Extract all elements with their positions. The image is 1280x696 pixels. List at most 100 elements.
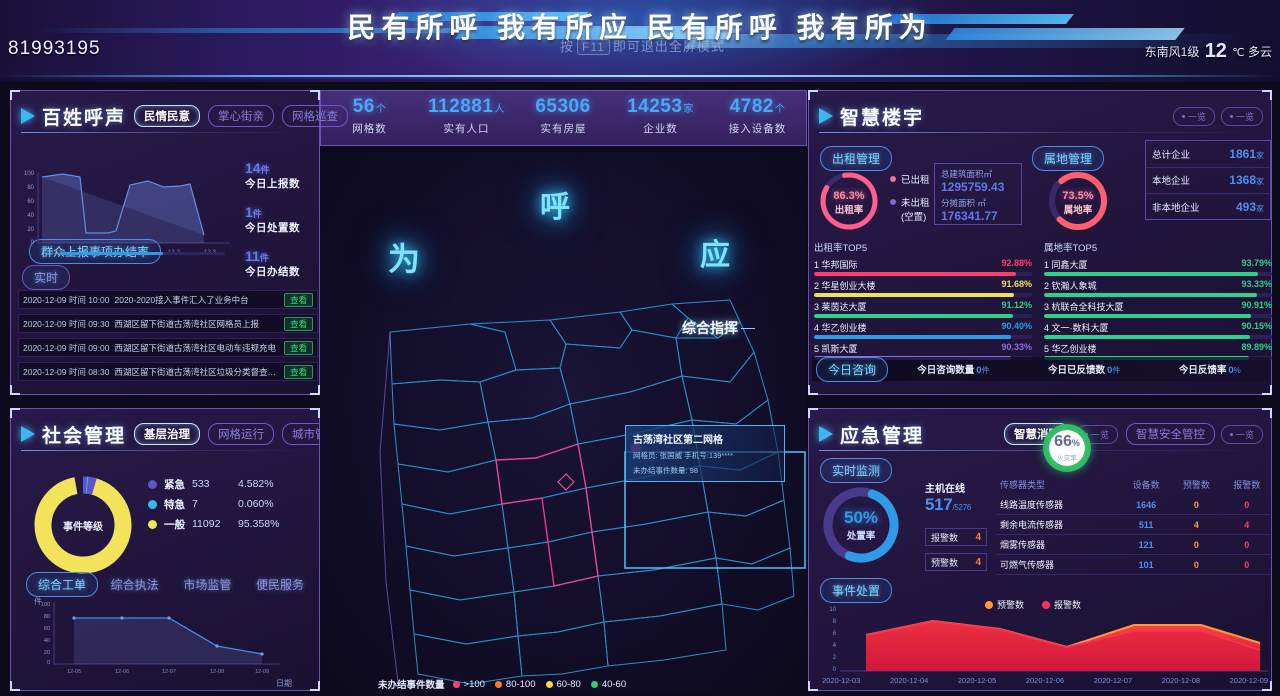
top5-name: 3 莱茵达大厦 bbox=[814, 302, 867, 312]
gauge-label: 处置率 bbox=[846, 531, 876, 542]
svg-text:12-05: 12-05 bbox=[67, 669, 81, 675]
panel-header: 社会管理 基层治理 网格运行 城市管理 bbox=[21, 419, 349, 449]
top5-pct: 92.88% bbox=[1001, 258, 1032, 268]
list-item[interactable]: 2020-12-09 时间 09:00 西湖区留下街道古荡湾社区电动车违规充电 … bbox=[18, 338, 318, 357]
sub-tab[interactable]: 便民服务 bbox=[244, 572, 316, 597]
header-deco-bar bbox=[945, 28, 1185, 40]
kv-value: 4 bbox=[975, 531, 981, 543]
info-value: 176341.77 bbox=[941, 209, 998, 223]
view-button[interactable]: 查看 bbox=[283, 364, 313, 379]
rent-area-info: 总建筑面积㎡ 1295759.43 分摊面积 ㎡ 176341.77 bbox=[934, 163, 1022, 225]
cell-alarm: 0 bbox=[1221, 534, 1272, 555]
tab-jiceng[interactable]: 基层治理 bbox=[134, 423, 201, 445]
chart-scrollbar[interactable] bbox=[60, 252, 225, 255]
svg-text:0: 0 bbox=[833, 667, 837, 673]
kpi-value: 11件 bbox=[245, 248, 269, 264]
x-tick: 2020-12-09 bbox=[1229, 676, 1268, 685]
list-item[interactable]: 2020-12-09 时间 09:30 西湖区留下街道古荡湾社区网格员上报 查看 bbox=[18, 314, 318, 333]
legend-item-rented: 已出租 bbox=[890, 172, 934, 186]
svg-text:12-09: 12-09 bbox=[255, 669, 269, 675]
tab-zhangxin[interactable]: 掌心街亲 bbox=[208, 105, 275, 127]
feed-text: 西湖区留下街道古荡湾社区电动车违规充电 bbox=[114, 342, 276, 353]
svg-text:12-08: 12-08 bbox=[210, 669, 224, 675]
kpi-label: 今日办结数 bbox=[245, 266, 300, 278]
dot-icon bbox=[1229, 114, 1233, 118]
top5-name: 4 华乙创业楼 bbox=[814, 323, 867, 333]
gauge-label: 出租率 bbox=[834, 205, 864, 216]
panel-header: 智慧楼宇 一览 一览 bbox=[819, 101, 1263, 131]
top5-row: 4 文一·数科大厦 90.15% bbox=[1044, 321, 1272, 339]
view-button[interactable]: 查看 bbox=[283, 316, 313, 331]
svg-text:40: 40 bbox=[44, 638, 50, 644]
enterprise-row: 非本地企业 493家 bbox=[1146, 194, 1270, 221]
legend-item: 紧急 533 4.582% bbox=[148, 474, 279, 494]
grid-map[interactable]: 为 呼 应 古荡湾社区第二网格 网格员: 张国威 手机号:139**** 未办结… bbox=[320, 152, 807, 695]
map-legend: 未办结事件数量 >100 80-100 60-80 40-60 bbox=[378, 676, 718, 692]
cell-count: 101 bbox=[1120, 554, 1172, 575]
view-button[interactable]: 查看 bbox=[283, 340, 313, 355]
svg-text:100: 100 bbox=[24, 171, 35, 177]
fullscreen-hint: 按 F11 即可退出全屏模式 bbox=[560, 36, 725, 55]
sub-tab[interactable]: 综合执法 bbox=[99, 572, 171, 597]
legend-item: 特急 7 0.060% bbox=[148, 494, 279, 514]
row-value: 493家 bbox=[1235, 200, 1264, 215]
mini-pill-overview-2[interactable]: 一览 bbox=[1220, 424, 1263, 444]
cell-count: 121 bbox=[1120, 534, 1172, 555]
info-key: 分摊面积 ㎡ bbox=[941, 198, 986, 208]
sub-tab[interactable]: 市场监管 bbox=[171, 572, 243, 597]
row-key: 本地企业 bbox=[1152, 176, 1191, 188]
top5-pct: 93.79% bbox=[1241, 258, 1272, 268]
cell-warning: 4 bbox=[1171, 514, 1222, 535]
corner-deco bbox=[10, 681, 20, 691]
legend-name: 特急 bbox=[164, 498, 185, 511]
dot-icon bbox=[494, 680, 502, 688]
dot-icon bbox=[1181, 114, 1185, 118]
rent-rate-gauge: 86.3% 出租率 bbox=[816, 168, 882, 234]
top5-name: 2 钦瀚人象城 bbox=[1044, 281, 1097, 291]
legend-name: 紧急 bbox=[164, 478, 185, 491]
tab-wanggeyunxing[interactable]: 网格运行 bbox=[208, 423, 275, 445]
svg-text:80: 80 bbox=[44, 614, 50, 620]
chip-realtime-monitor[interactable]: 实时监测 bbox=[820, 458, 893, 483]
list-item[interactable]: 2020-12-09 时间 10:00 2020-2020接入事件汇入了业务中台… bbox=[18, 290, 318, 309]
alarm-chart-x-axis: 2020-12-03 2020-12-04 2020-12-05 2020-12-06… bbox=[818, 676, 1272, 685]
list-item[interactable]: 2020-12-09 时间 08:30 西湖区留下街道古荡湾社区垃圾分类督查通告… bbox=[18, 362, 318, 381]
legend-count: 7 bbox=[192, 498, 198, 510]
legend-item: 一般 11092 95.358% bbox=[148, 514, 279, 534]
legend-label: 未出租 (空置) bbox=[901, 198, 930, 223]
chip-today-consultation[interactable]: 今日咨询 bbox=[816, 356, 889, 382]
header-glow-line bbox=[0, 75, 1280, 77]
mini-pill-overview-1[interactable]: 一览 bbox=[1172, 106, 1215, 126]
x-tick: 2020-12-07 bbox=[1093, 676, 1133, 685]
corner-deco bbox=[1262, 90, 1272, 100]
kv-value: 4 bbox=[975, 556, 981, 568]
fullscreen-hint-prefix: 按 bbox=[560, 39, 575, 54]
top5-row: 3 杭联合全科技大厦 90.91% bbox=[1044, 300, 1272, 318]
mini-pill-overview-2[interactable]: 一览 bbox=[1220, 106, 1263, 126]
row-value: 1861家 bbox=[1229, 146, 1264, 161]
gauge-value: 73.5% bbox=[1062, 190, 1094, 202]
sub-tab[interactable]: 综合工单 bbox=[26, 572, 99, 597]
kv-key: 预警数 bbox=[931, 557, 959, 568]
top5-name: 5 凯斯大厦 bbox=[814, 344, 858, 354]
status-item: 今日反馈率 0% bbox=[1178, 365, 1241, 376]
host-value: 517/5276 bbox=[925, 495, 971, 514]
x-tick: 2020-12-05 bbox=[957, 676, 997, 685]
top5-title: 属地率TOP5 bbox=[1044, 243, 1098, 254]
tab-minqing[interactable]: 民情民意 bbox=[134, 105, 201, 127]
tab-safety-control[interactable]: 智慧安全管控 bbox=[1125, 423, 1215, 445]
top5-name: 1 同鑫大厦 bbox=[1044, 260, 1088, 270]
arrow-icon bbox=[21, 108, 35, 124]
event-feed-list: 2020-12-09 时间 10:00 2020-2020接入事件汇入了业务中台… bbox=[18, 290, 318, 386]
view-button[interactable]: 查看 bbox=[283, 292, 313, 307]
corner-deco bbox=[310, 385, 320, 395]
svg-text:8: 8 bbox=[833, 619, 837, 625]
top5-bar bbox=[1044, 293, 1272, 297]
dot-icon bbox=[1229, 432, 1233, 436]
chart-scrollbar-thumb[interactable] bbox=[60, 252, 163, 255]
divider bbox=[819, 132, 1261, 133]
map-legend-label: 未办结事件数量 bbox=[378, 680, 445, 691]
chip-realtime[interactable]: 实时 bbox=[22, 265, 71, 290]
top5-pct: 90.91% bbox=[1241, 300, 1272, 310]
tab-wangge[interactable]: 网格巡查 bbox=[282, 105, 349, 127]
